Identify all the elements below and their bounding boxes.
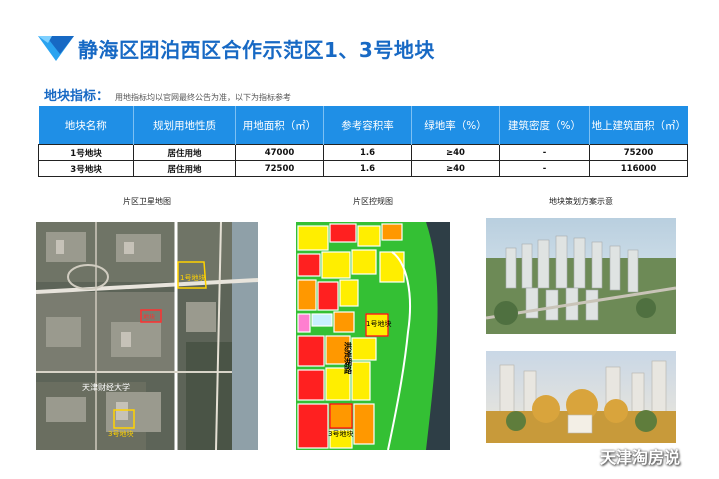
control-lot3-label: 3号地块: [328, 429, 353, 438]
satellite-map: 1号地块 地块 3号地块 天津财经大学: [36, 222, 258, 450]
section-note: 用地指标均以官网最终公告为准，以下为指标参考: [115, 93, 292, 102]
caption-control: 片区控规图: [353, 197, 393, 206]
caption-plan: 地块策划方案示意: [549, 197, 613, 206]
section-label: 地块指标: [44, 89, 97, 104]
satellite-uni-label: 天津财经大学: [82, 382, 130, 392]
table-cell: 1.6: [323, 160, 412, 177]
section-heading: 地块指标 ： 用地指标均以官网最终公告为准，以下为指标参考: [44, 85, 291, 104]
table-header: 用地面积（㎡）: [235, 106, 324, 145]
table-cell: -: [499, 160, 590, 177]
table-row: 3号地块 居住用地 72500 1.6 ≥40 - 116000: [38, 160, 688, 177]
table-cell: 116000: [589, 160, 688, 177]
table-header: 地上建筑面积（㎡）: [589, 106, 688, 145]
table-cell: 居住用地: [133, 144, 236, 161]
control-plan-map: 1号地块 3号地块 洪泽湖路: [296, 222, 450, 450]
table-header-row: 地块名称 规划用地性质 用地面积（㎡） 参考容积率 绿地率（%） 建筑密度（%）…: [38, 106, 688, 145]
table-row: 1号地块 居住用地 47000 1.6 ≥40 - 75200: [38, 144, 688, 161]
satellite-small-label: 地块: [143, 313, 155, 321]
table-header: 规划用地性质: [133, 106, 236, 145]
table-cell: 75200: [589, 144, 688, 161]
title-bar: 静海区团泊西区合作示范区1、3号地块: [38, 30, 435, 66]
table-cell: -: [499, 144, 590, 161]
rendering-aerial-2: [486, 351, 676, 443]
control-road-label: 洪泽湖路: [343, 341, 353, 375]
table-header: 地块名称: [38, 106, 134, 145]
table-cell: ≥40: [411, 160, 500, 177]
satellite-lot1-label: 1号地块: [180, 273, 205, 282]
indicator-table: 地块名称 规划用地性质 用地面积（㎡） 参考容积率 绿地率（%） 建筑密度（%）…: [38, 106, 688, 177]
table-cell: 居住用地: [133, 160, 236, 177]
blue-triangle-logo-icon: [38, 36, 74, 61]
caption-satellite: 片区卫星地图: [123, 197, 171, 206]
page-title: 静海区团泊西区合作示范区1、3号地块: [78, 37, 435, 62]
section-colon: ：: [96, 89, 110, 104]
table-cell: 72500: [235, 160, 324, 177]
table-cell: 47000: [235, 144, 324, 161]
control-lot1-label: 1号地块: [366, 319, 391, 328]
rendering-aerial-1: [486, 218, 676, 334]
table-header: 参考容积率: [323, 106, 412, 145]
table-header: 绿地率（%）: [411, 106, 500, 145]
satellite-lot3-label: 3号地块: [108, 429, 133, 438]
table-cell: 3号地块: [38, 160, 134, 177]
watermark-text: 天津淘房说: [600, 448, 681, 467]
table-cell: 1.6: [323, 144, 412, 161]
table-header: 建筑密度（%）: [499, 106, 590, 145]
table-cell: ≥40: [411, 144, 500, 161]
table-cell: 1号地块: [38, 144, 134, 161]
